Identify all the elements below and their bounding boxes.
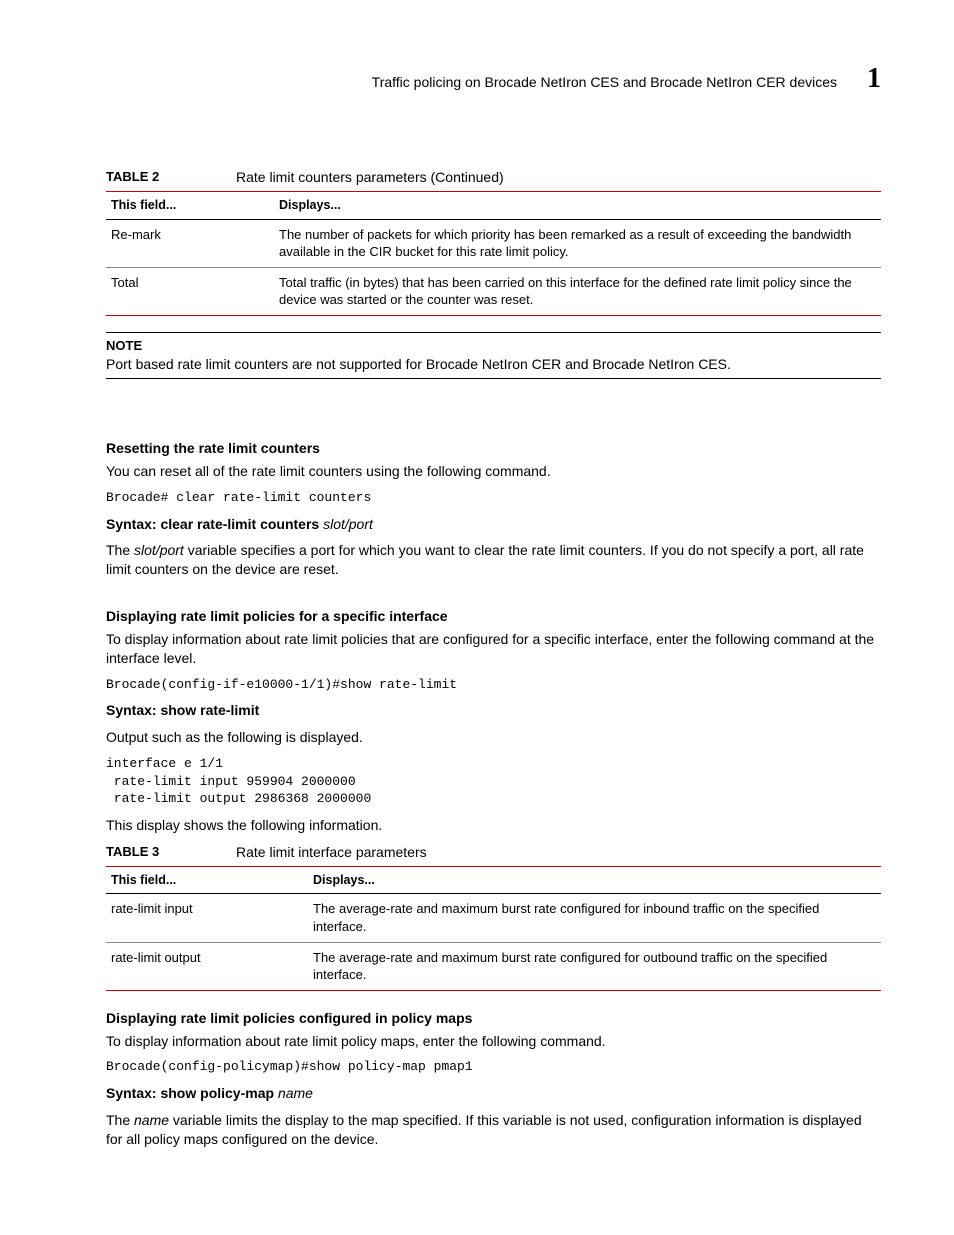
pmap-desc-pre: The xyxy=(106,1112,134,1128)
table-2: TABLE 2 Rate limit counters parameters (… xyxy=(106,168,881,316)
syntax-command: clear rate-limit counters xyxy=(160,516,323,532)
page-root: Traffic policing on Brocade NetIron CES … xyxy=(0,0,954,1197)
pmap-code: Brocade(config-policymap)#show policy-ma… xyxy=(106,1058,881,1076)
table-2-grid: This field... Displays... Re-mark The nu… xyxy=(106,192,881,315)
syntax-arg: name xyxy=(278,1085,313,1101)
table-2-title-row: TABLE 2 Rate limit counters parameters (… xyxy=(106,168,881,192)
reset-desc-ital: slot/port xyxy=(134,542,184,558)
cell-desc: The average-rate and maximum burst rate … xyxy=(313,942,881,990)
cell-desc: The average-rate and maximum burst rate … xyxy=(313,894,881,942)
syntax-command: show rate-limit xyxy=(160,702,259,718)
table-row: rate-limit output The average-rate and m… xyxy=(106,942,881,990)
table-3-grid: This field... Displays... rate-limit inp… xyxy=(106,867,881,990)
table-2-end-rule xyxy=(106,315,881,316)
heading-reset: Resetting the rate limit counters xyxy=(106,439,881,458)
table-3-col1: This field... xyxy=(106,867,313,894)
table-row: rate-limit input The average-rate and ma… xyxy=(106,894,881,942)
table-3-caption: Rate limit interface parameters xyxy=(236,843,427,862)
pmap-desc-ital: name xyxy=(134,1112,169,1128)
cell-field: Total xyxy=(106,267,279,315)
page-header: Traffic policing on Brocade NetIron CES … xyxy=(73,60,881,98)
reset-intro: You can reset all of the rate limit coun… xyxy=(106,462,881,481)
table-3-end-rule xyxy=(106,990,881,991)
syntax-label: Syntax: xyxy=(106,1085,160,1101)
header-title: Traffic policing on Brocade NetIron CES … xyxy=(372,73,837,92)
table-3-label: TABLE 3 xyxy=(106,843,236,862)
iface-code2: interface e 1/1 rate-limit input 959904 … xyxy=(106,755,881,808)
syntax-label: Syntax: xyxy=(106,516,160,532)
table-row: Total Total traffic (in bytes) that has … xyxy=(106,267,881,315)
note-top-rule xyxy=(106,332,881,333)
table-2-label: TABLE 2 xyxy=(106,168,236,187)
pmap-desc: The name variable limits the display to … xyxy=(106,1111,881,1149)
reset-desc-post: variable specifies a port for which you … xyxy=(106,542,864,577)
iface-out-intro: Output such as the following is displaye… xyxy=(106,728,881,747)
cell-desc: The number of packets for which priority… xyxy=(279,219,881,267)
note-label: NOTE xyxy=(106,337,881,355)
reset-syntax: Syntax: clear rate-limit counters slot/p… xyxy=(106,515,881,534)
pmap-syntax: Syntax: show policy-map name xyxy=(106,1084,881,1103)
table-3: TABLE 3 Rate limit interface parameters … xyxy=(106,843,881,991)
heading-iface: Displaying rate limit policies for a spe… xyxy=(106,607,881,626)
syntax-label: Syntax: xyxy=(106,702,160,718)
chapter-number: 1 xyxy=(867,60,881,98)
note-block: NOTE Port based rate limit counters are … xyxy=(106,332,881,379)
note-bottom-rule xyxy=(106,378,881,379)
table-3-col2: Displays... xyxy=(313,867,881,894)
table-row: Re-mark The number of packets for which … xyxy=(106,219,881,267)
reset-desc: The slot/port variable specifies a port … xyxy=(106,541,881,579)
syntax-arg: slot/port xyxy=(323,516,373,532)
table-2-col1: This field... xyxy=(106,192,279,219)
table-3-title-row: TABLE 3 Rate limit interface parameters xyxy=(106,843,881,867)
iface-syntax: Syntax: show rate-limit xyxy=(106,701,881,720)
page-content: TABLE 2 Rate limit counters parameters (… xyxy=(106,168,881,1149)
heading-pmap: Displaying rate limit policies configure… xyxy=(106,1009,881,1028)
table-2-caption: Rate limit counters parameters (Continue… xyxy=(236,168,504,187)
cell-field: Re-mark xyxy=(106,219,279,267)
pmap-intro: To display information about rate limit … xyxy=(106,1032,881,1051)
cell-field: rate-limit input xyxy=(106,894,313,942)
syntax-command: show policy-map xyxy=(160,1085,277,1101)
reset-code: Brocade# clear rate-limit counters xyxy=(106,489,881,507)
reset-desc-pre: The xyxy=(106,542,134,558)
note-text: Port based rate limit counters are not s… xyxy=(106,355,881,374)
iface-out-desc: This display shows the following informa… xyxy=(106,816,881,835)
cell-field: rate-limit output xyxy=(106,942,313,990)
cell-desc: Total traffic (in bytes) that has been c… xyxy=(279,267,881,315)
table-2-col2: Displays... xyxy=(279,192,881,219)
iface-intro: To display information about rate limit … xyxy=(106,630,881,668)
iface-code1: Brocade(config-if-e10000-1/1)#show rate-… xyxy=(106,676,881,694)
pmap-desc-post: variable limits the display to the map s… xyxy=(106,1112,862,1147)
